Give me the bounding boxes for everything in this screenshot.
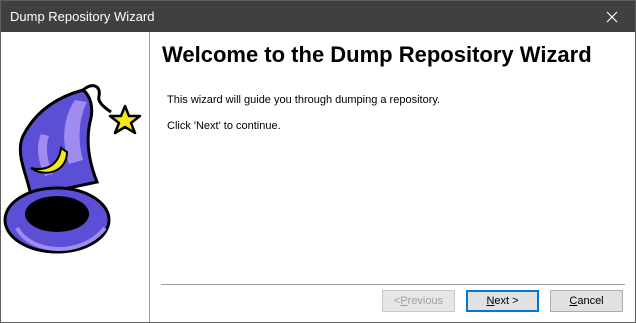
continue-hint: Click 'Next' to continue. — [167, 120, 281, 132]
previous-button-mnemonic: P — [400, 295, 408, 307]
next-button[interactable]: Next > — [466, 290, 539, 312]
intro-text: This wizard will guide you through dumpi… — [167, 94, 441, 106]
next-button-label: ext > — [494, 295, 519, 307]
window-title: Dump Repository Wizard — [10, 9, 155, 24]
wizard-hat-icon — [3, 84, 142, 254]
next-button-mnemonic: N — [486, 295, 495, 307]
wizard-window: Dump Repository Wizard Welcome to the Du… — [0, 0, 636, 323]
close-button[interactable] — [589, 1, 635, 32]
title-bar[interactable]: Dump Repository Wizard — [1, 1, 635, 32]
wizard-content: Welcome to the Dump Repository Wizard Th… — [150, 32, 635, 322]
close-icon — [606, 11, 618, 22]
wizard-client-area: Welcome to the Dump Repository Wizard Th… — [1, 32, 635, 322]
page-title: Welcome to the Dump Repository Wizard — [162, 42, 592, 67]
cancel-button-label: ancel — [577, 295, 604, 307]
wizard-side-panel — [1, 32, 150, 322]
cancel-button[interactable]: Cancel — [550, 290, 623, 312]
previous-button-label: revious — [407, 295, 444, 307]
cancel-button-mnemonic: C — [569, 295, 578, 307]
button-separator — [161, 284, 625, 285]
previous-button[interactable]: < Previous — [382, 290, 455, 312]
